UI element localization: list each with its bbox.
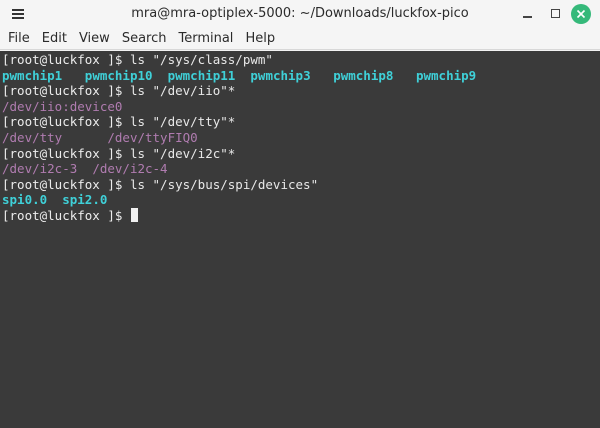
prompt: [root@luckfox ]$ [2, 207, 130, 223]
output-entry: pwmchip1 [2, 67, 63, 83]
command-text: ls "/dev/iio"* [122, 83, 236, 99]
active-prompt-line[interactable]: [root@luckfox ]$ [2, 207, 598, 224]
scrollbar[interactable] [590, 51, 600, 428]
output-entry: /dev/iio:device0 [2, 98, 123, 114]
command-line: [root@luckfox ]$ ls "/dev/iio"* [2, 83, 598, 99]
menu-view[interactable]: View [73, 28, 116, 50]
output-entry: /dev/ttyFIQ0 [107, 129, 198, 145]
output-entry: /dev/tty [2, 129, 63, 145]
maximize-button[interactable] [546, 4, 566, 24]
text-cursor [130, 207, 138, 222]
prompt: [root@luckfox ]$ [2, 52, 123, 67]
menu-edit[interactable]: Edit [36, 28, 73, 50]
menu-bar: File Edit View Search Terminal Help [0, 28, 600, 50]
command-text: ls "/sys/class/pwm" [122, 52, 273, 67]
output-entry: pwmchip9 [415, 67, 477, 83]
close-icon [576, 9, 586, 19]
menu-terminal[interactable]: Terminal [172, 28, 239, 50]
output-line: pwmchip1 pwmchip10 pwmchip11 pwmchip3 pw… [2, 68, 598, 84]
terminal-output[interactable]: [root@luckfox ]$ ls "/sys/class/pwm" pwm… [0, 51, 600, 428]
output-line: /dev/tty /dev/ttyFIQ0 [2, 130, 598, 146]
terminal-window: mra@mra-optiplex-5000: ~/Downloads/luckf… [0, 0, 600, 428]
minimize-button[interactable] [518, 4, 538, 24]
title-bar[interactable]: mra@mra-optiplex-5000: ~/Downloads/luckf… [0, 0, 600, 28]
menu-file[interactable]: File [2, 28, 36, 50]
prompt: [root@luckfox ]$ [2, 114, 123, 130]
output-line: spi0.0 spi2.0 [2, 192, 598, 208]
output-line: /dev/i2c-3 /dev/i2c-4 [2, 161, 598, 177]
command-text: ls "/dev/tty"* [122, 114, 236, 130]
output-entry: /dev/i2c-3 [2, 161, 78, 177]
output-line: /dev/iio:device0 [2, 99, 598, 115]
output-entry: /dev/i2c-4 [92, 161, 168, 177]
prompt: [root@luckfox ]$ [2, 83, 123, 99]
output-entry: spi0.0 [2, 192, 48, 208]
command-line: [root@luckfox ]$ ls "/dev/i2c"* [2, 146, 598, 162]
prompt: [root@luckfox ]$ [2, 145, 123, 161]
command-text: ls "/dev/i2c"* [122, 145, 236, 161]
output-entry: pwmchip8 [333, 67, 394, 83]
window-title: mra@mra-optiplex-5000: ~/Downloads/luckf… [131, 6, 469, 21]
menu-search[interactable]: Search [116, 28, 173, 50]
command-line: [root@luckfox ]$ ls "/sys/bus/spi/device… [2, 177, 598, 193]
command-text: ls "/sys/bus/spi/devices" [122, 176, 319, 192]
prompt: [root@luckfox ]$ [2, 176, 123, 192]
command-line: [root@luckfox ]$ ls "/dev/tty"* [2, 114, 598, 130]
close-button[interactable] [571, 4, 591, 24]
output-entry: spi2.0 [62, 192, 108, 208]
output-entry: pwmchip10 [84, 67, 153, 83]
output-entry: pwmchip11 [167, 67, 236, 83]
menu-help[interactable]: Help [239, 28, 281, 50]
output-entry: pwmchip3 [250, 67, 311, 83]
command-line: [root@luckfox ]$ ls "/sys/class/pwm" [2, 52, 598, 68]
